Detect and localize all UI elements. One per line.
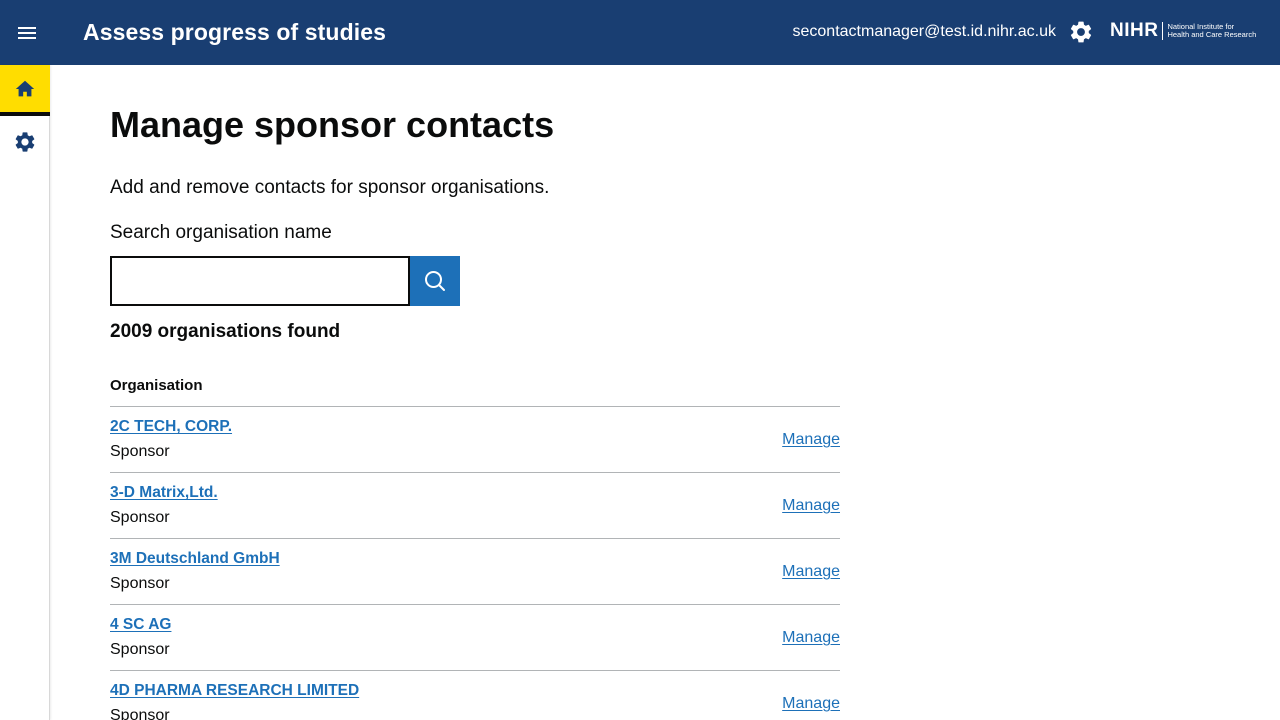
user-email: secontactmanager@test.id.nihr.ac.uk [792,23,1057,40]
manage-link[interactable]: Manage [782,563,840,581]
manage-link[interactable]: Manage [782,629,840,647]
app-header: Assess progress of studies secontactmana… [0,0,1280,65]
organisation-link[interactable]: 4D PHARMA RESEARCH LIMITED [110,682,359,700]
logo-wordmark: NIHR [1110,20,1159,41]
logo-divider [1162,22,1164,40]
organisation-type: Sponsor [110,443,170,460]
search-icon [425,271,445,291]
organisation-link[interactable]: 3-D Matrix,Ltd. [110,484,218,502]
menu-button[interactable] [14,20,40,46]
manage-link[interactable]: Manage [782,497,840,515]
organisation-type: Sponsor [110,575,170,592]
organisation-link[interactable]: 4 SC AG [110,616,171,634]
nihr-logo[interactable]: NIHR National Institute for Health and C… [1110,19,1256,43]
sidebar-item-settings[interactable] [0,127,50,157]
organisation-link[interactable]: 2C TECH, CORP. [110,418,232,436]
results-count: 2009 organisations found [110,321,341,342]
page-description: Add and remove contacts for sponsor orga… [110,177,550,198]
home-icon [15,80,35,96]
manage-link[interactable]: Manage [782,431,840,449]
hamburger-menu-icon [18,27,36,39]
organisation-type: Sponsor [110,641,170,658]
table-row: 3-D Matrix,Ltd. Sponsor Manage [110,473,840,539]
table-row: 4D PHARMA RESEARCH LIMITED Sponsor Manag… [110,671,840,720]
search-button[interactable] [410,256,460,306]
table-row: 3M Deutschland GmbH Sponsor Manage [110,539,840,605]
logo-subtitle: National Institute for Health and Care R… [1167,22,1257,40]
table-header-organisation: Organisation [110,376,840,407]
table-row: 4 SC AG Sponsor Manage [110,605,840,671]
settings-button[interactable] [1068,19,1094,45]
organisation-type: Sponsor [110,509,170,526]
organisation-link[interactable]: 3M Deutschland GmbH [110,550,280,568]
sidebar-item-home[interactable] [0,65,50,116]
manage-link[interactable]: Manage [782,695,840,713]
search-label: Search organisation name [110,222,332,243]
organisation-type: Sponsor [110,707,170,720]
organisations-table: Organisation 2C TECH, CORP. Sponsor Mana… [110,376,840,720]
logo-subtitle-line2: Health and Care Research [1167,30,1257,39]
gear-icon [15,132,35,152]
gear-icon [1070,21,1092,43]
side-rail [0,65,50,720]
table-row: 2C TECH, CORP. Sponsor Manage [110,407,840,473]
page-title: Manage sponsor contacts [110,104,555,145]
search-input[interactable] [110,256,410,306]
app-title[interactable]: Assess progress of studies [83,19,386,46]
